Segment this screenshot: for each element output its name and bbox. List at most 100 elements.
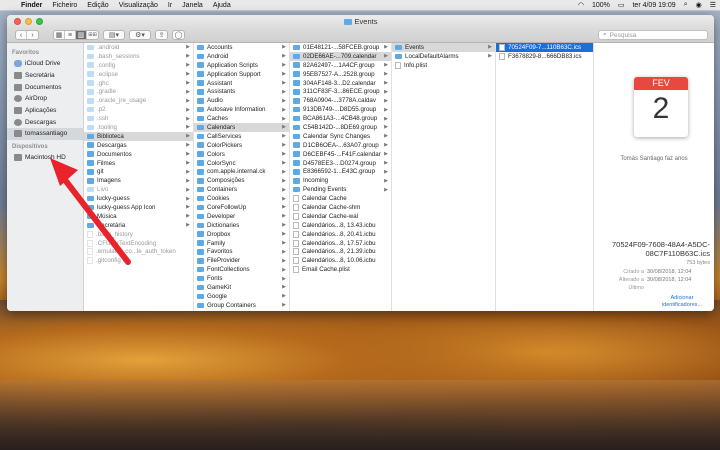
list-item[interactable]: Calendários...8, 20.41.icbu	[290, 230, 391, 239]
list-item[interactable]: GameKit ▶	[194, 283, 289, 292]
sidebar-item-secretaria[interactable]: Secretária	[7, 70, 83, 82]
menu-janela[interactable]: Janela	[177, 2, 208, 9]
menu-ficheiro[interactable]: Ficheiro	[47, 2, 82, 9]
gallery-view-button[interactable]: ⊞⊞	[87, 31, 98, 39]
list-item[interactable]: com.apple.internal.ck ▶	[194, 167, 289, 176]
list-view-button[interactable]: ≡	[65, 31, 76, 39]
menu-ir[interactable]: Ir	[163, 2, 177, 9]
list-item[interactable]: Application Support ▶	[194, 70, 289, 79]
list-item[interactable]: LocalDefaultAlarms ▶	[392, 52, 495, 61]
list-item[interactable]: 82A62497-...1A4CF.group ▶	[290, 61, 391, 70]
sidebar-item-documentos[interactable]: Documentos	[7, 81, 83, 93]
back-button[interactable]: ‹	[16, 31, 27, 39]
siri-icon[interactable]: ◉	[692, 1, 706, 9]
list-item[interactable]: Audio ▶	[194, 96, 289, 105]
list-item[interactable]: Group Containers ▶	[194, 301, 289, 310]
list-item[interactable]: Accounts ▶	[194, 43, 289, 52]
list-item[interactable]: Pending Events ▶	[290, 185, 391, 194]
list-item[interactable]: Assistant ▶	[194, 79, 289, 88]
list-item[interactable]: Calendar Cache-wal	[290, 212, 391, 221]
icon-view-button[interactable]: ▦	[54, 31, 65, 39]
list-item[interactable]: D1CB6OEA-...63A07.group ▶	[290, 141, 391, 150]
list-item[interactable]: git ▶	[84, 167, 193, 176]
list-item[interactable]: Descargas ▶	[84, 141, 193, 150]
list-item[interactable]: Calendários...8, 10.06.icbu	[290, 256, 391, 265]
menu-ajuda[interactable]: Ajuda	[208, 2, 236, 9]
list-item[interactable]: .tooling ▶	[84, 123, 193, 132]
sidebar-item-macintosh-hd[interactable]: Macintosh HD	[7, 152, 83, 164]
list-item[interactable]: .ghc ▶	[84, 79, 193, 88]
list-item[interactable]: Caches ▶	[194, 114, 289, 123]
menu-visualizacao[interactable]: Visualização	[114, 2, 163, 9]
sidebar-item-home[interactable]: tomassantiago	[7, 128, 83, 140]
list-item[interactable]: .emulator_co...le_auth_token	[84, 247, 193, 256]
minimize-button[interactable]	[25, 18, 32, 25]
list-item[interactable]: Info.plist	[392, 61, 495, 70]
list-item[interactable]: 70524F09-7...110B63C.ics	[496, 43, 593, 52]
list-item[interactable]: Fonts ▶	[194, 274, 289, 283]
zoom-button[interactable]	[36, 18, 43, 25]
list-item[interactable]: Calendar Sync Changes ▶	[290, 132, 391, 141]
list-item[interactable]: Developer ▶	[194, 212, 289, 221]
clock[interactable]: ter 4/09 19:09	[628, 2, 679, 9]
list-item[interactable]: 01E48121-...58FCEB.group ▶	[290, 43, 391, 52]
list-item[interactable]: .eclipse ▶	[84, 70, 193, 79]
list-item[interactable]: .oracle_jre_usage ▶	[84, 96, 193, 105]
list-item[interactable]: D4578EE3-...D0274.group ▶	[290, 159, 391, 168]
list-item[interactable]: Filmes ▶	[84, 159, 193, 168]
menu-finder[interactable]: Finder	[16, 2, 47, 9]
list-item[interactable]: .bash_history	[84, 230, 193, 239]
list-item[interactable]: Cookies ▶	[194, 194, 289, 203]
list-item[interactable]: Email Cache.plist	[290, 265, 391, 274]
list-item[interactable]: Documentos ▶	[84, 150, 193, 159]
list-item[interactable]: .gradle ▶	[84, 87, 193, 96]
list-item[interactable]: lucky-guess App Icon ▶	[84, 203, 193, 212]
list-item[interactable]: Composições ▶	[194, 176, 289, 185]
spotlight-icon[interactable]: ⌕	[680, 1, 692, 9]
list-item[interactable]: .android ▶	[84, 43, 193, 52]
close-button[interactable]	[14, 18, 21, 25]
notification-center-icon[interactable]: ☰	[706, 1, 720, 9]
list-item[interactable]: .CFUserTextEncoding	[84, 239, 193, 248]
list-item[interactable]: Assistants ▶	[194, 87, 289, 96]
list-item[interactable]: ColorPickers ▶	[194, 141, 289, 150]
list-item[interactable]: .p2 ▶	[84, 105, 193, 114]
list-item[interactable]: .bash_sessions ▶	[84, 52, 193, 61]
list-item[interactable]: Calendar Cache-shm	[290, 203, 391, 212]
share-button[interactable]: ⇪	[156, 31, 167, 39]
list-item[interactable]: Calendars ▶	[194, 123, 289, 132]
list-item[interactable]: CallServices ▶	[194, 132, 289, 141]
battery-percent[interactable]: 100%	[588, 2, 614, 9]
list-item[interactable]: D6CEBF45-...F41F.calendar ▶	[290, 150, 391, 159]
list-item[interactable]: Música ▶	[84, 212, 193, 221]
sidebar-item-aplicacoes[interactable]: Aplicações	[7, 105, 83, 117]
list-item[interactable]: F3678829-8...666DB83.ics	[496, 52, 593, 61]
list-item[interactable]: 311CF83F-3...86ECE.group ▶	[290, 87, 391, 96]
list-item[interactable]: .config ▶	[84, 61, 193, 70]
wifi-icon[interactable]: ◠	[574, 1, 588, 9]
list-item[interactable]: Imagens ▶	[84, 176, 193, 185]
list-item[interactable]: Google ▶	[194, 292, 289, 301]
menu-edicao[interactable]: Edição	[82, 2, 113, 9]
list-item[interactable]: Calendários...8, 17.57.icbu	[290, 239, 391, 248]
list-item[interactable]: Dropbox ▶	[194, 230, 289, 239]
list-item[interactable]: 768A0904-...3778A.caldav ▶	[290, 96, 391, 105]
list-item[interactable]: Android ▶	[194, 52, 289, 61]
list-item[interactable]: Containers ▶	[194, 185, 289, 194]
list-item[interactable]: Calendários...8, 21.39.icbu	[290, 247, 391, 256]
list-item[interactable]: Livo ▶	[84, 185, 193, 194]
list-item[interactable]: 02DE66AE-...709.calendar ▶	[290, 51, 391, 61]
list-item[interactable]: Calendar Cache	[290, 194, 391, 203]
sidebar-item-descargas[interactable]: Descargas	[7, 116, 83, 128]
list-item[interactable]: Calendários...8, 13.43.icbu	[290, 221, 391, 230]
sidebar-item-airdrop[interactable]: AirDrop	[7, 93, 83, 105]
sidebar-item-icloud-drive[interactable]: iCloud Drive	[7, 58, 83, 70]
battery-icon[interactable]: ▭	[614, 1, 629, 9]
search-input[interactable]: ⌕ Pesquisa	[598, 30, 708, 40]
list-item[interactable]: ColorSync ▶	[194, 159, 289, 168]
list-item[interactable]: Dictionaries ▶	[194, 221, 289, 230]
column-view-button[interactable]: ▥	[76, 31, 87, 39]
list-item[interactable]: .gitconfig	[84, 256, 193, 265]
titlebar[interactable]: Events	[7, 15, 714, 28]
list-item[interactable]: CoreFollowUp ▶	[194, 203, 289, 212]
